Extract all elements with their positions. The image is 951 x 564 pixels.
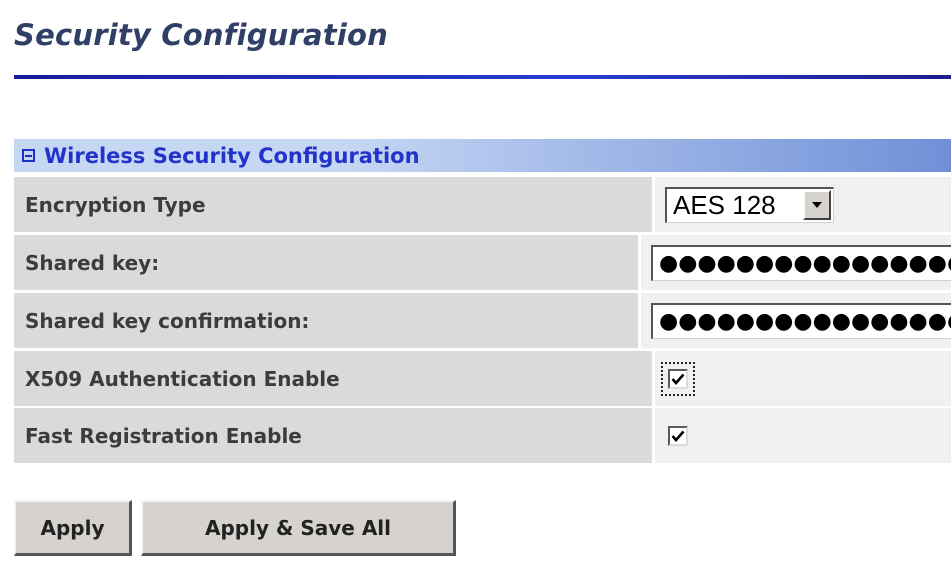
- title-divider: [14, 75, 951, 79]
- fast-registration-row: Fast Registration Enable: [14, 408, 951, 463]
- shared-key-row: Shared key: ●●●●●●●●●●●●●●●●: [14, 235, 951, 290]
- x509-auth-cell: [655, 351, 951, 406]
- encryption-type-label: Encryption Type: [14, 177, 652, 232]
- fast-registration-checkbox[interactable]: [668, 425, 688, 446]
- apply-button[interactable]: Apply: [14, 500, 132, 556]
- shared-key-confirmation-label: Shared key confirmation:: [14, 293, 639, 348]
- apply-save-all-button[interactable]: Apply & Save All: [141, 500, 456, 556]
- dropdown-arrow-icon[interactable]: [803, 190, 831, 220]
- x509-auth-checkbox[interactable]: [668, 368, 688, 389]
- shared-key-label: Shared key:: [14, 235, 639, 290]
- fast-registration-label: Fast Registration Enable: [14, 408, 652, 463]
- shared-key-confirmation-cell: ●●●●●●●●●●●●●●●●: [641, 293, 951, 348]
- encryption-type-row: Encryption Type AES 128: [14, 177, 951, 232]
- section-header[interactable]: Wireless Security Configuration: [14, 139, 951, 173]
- checkmark-icon: [671, 430, 685, 442]
- shared-key-confirmation-row: Shared key confirmation: ●●●●●●●●●●●●●●●…: [14, 293, 951, 348]
- checkmark-icon: [671, 373, 685, 385]
- x509-auth-row: X509 Authentication Enable: [14, 351, 951, 406]
- shared-key-confirmation-input[interactable]: ●●●●●●●●●●●●●●●●: [651, 302, 951, 339]
- x509-auth-label: X509 Authentication Enable: [14, 351, 652, 406]
- encryption-type-select[interactable]: AES 128: [665, 186, 834, 223]
- section-title: Wireless Security Configuration: [44, 143, 420, 168]
- shared-key-cell: ●●●●●●●●●●●●●●●●: [641, 235, 951, 290]
- fast-registration-cell: [655, 408, 951, 463]
- shared-key-input[interactable]: ●●●●●●●●●●●●●●●●: [651, 244, 951, 281]
- encryption-type-value: AES 128: [673, 189, 776, 220]
- encryption-type-cell: AES 128: [655, 177, 951, 232]
- page-title: Security Configuration: [14, 18, 388, 52]
- x509-auth-focus-ring: [661, 361, 695, 396]
- collapse-minus-icon[interactable]: [22, 149, 35, 162]
